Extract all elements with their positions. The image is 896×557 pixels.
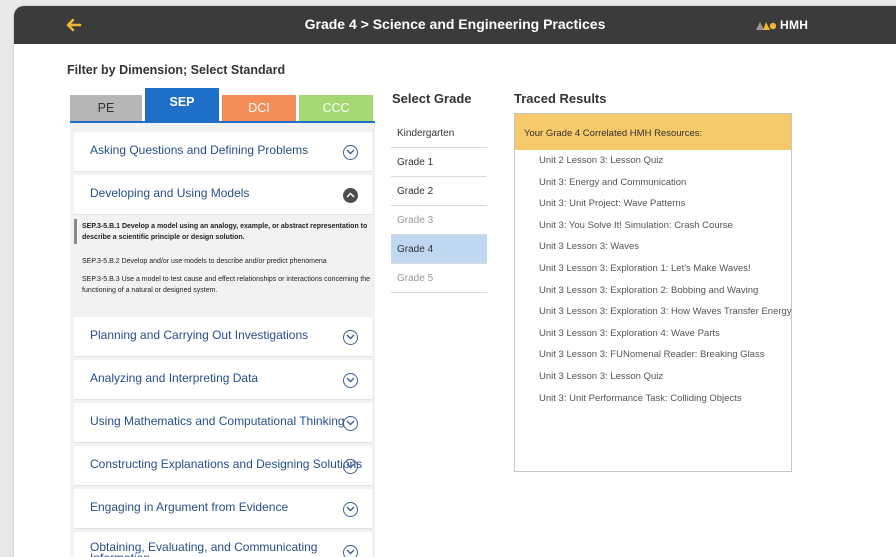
grade-item-2[interactable]: Grade 2	[391, 177, 487, 206]
top-bar: Grade 4 > Science and Engineering Practi…	[14, 6, 896, 44]
standard-label: Engaging in Argument from Evidence	[90, 500, 289, 514]
select-grade-title: Select Grade	[392, 91, 472, 106]
chevron-down-icon[interactable]	[343, 502, 358, 517]
grade-item-4[interactable]: Grade 4	[391, 235, 487, 264]
app-window: Grade 4 > Science and Engineering Practi…	[14, 6, 896, 557]
standard-argument[interactable]: Engaging in Argument from Evidence	[74, 489, 372, 529]
traced-results-title: Traced Results	[514, 91, 607, 106]
grade-item-kindergarten[interactable]: Kindergarten	[391, 119, 487, 148]
grade-item-1[interactable]: Grade 1	[391, 148, 487, 177]
sub-standards-list: SEP.3-5.B.1 Develop a model using an ana…	[74, 219, 372, 304]
standard-planning-investigations[interactable]: Planning and Carrying Out Investigations	[74, 317, 372, 357]
standard-communicating[interactable]: Obtaining, Evaluating, and Communicating…	[74, 532, 372, 557]
traced-results-box: Your Grade 4 Correlated HMH Resources: U…	[514, 113, 792, 472]
chevron-down-icon[interactable]	[343, 545, 358, 557]
resource-item[interactable]: Unit 3 Lesson 3: FUNomenal Reader: Break…	[515, 344, 791, 366]
standard-analyzing-data[interactable]: Analyzing and Interpreting Data	[74, 360, 372, 400]
resource-item[interactable]: Unit 3: Energy and Communication	[515, 172, 791, 194]
grade-list: Kindergarten Grade 1 Grade 2 Grade 3 Gra…	[391, 119, 487, 293]
standard-label: Planning and Carrying Out Investigations	[90, 328, 309, 342]
resource-item[interactable]: Unit 3 Lesson 3: Exploration 1: Let's Ma…	[515, 258, 791, 280]
standards-panel: Asking Questions and Defining Problems D…	[70, 121, 375, 557]
chevron-down-icon[interactable]	[343, 373, 358, 388]
resource-item[interactable]: Unit 3 Lesson 3: Waves	[515, 236, 791, 258]
chevron-down-icon[interactable]	[343, 416, 358, 431]
resource-item[interactable]: Unit 2 Lesson 3: Lesson Quiz	[515, 150, 791, 172]
logo-mark-icon	[756, 22, 776, 30]
resource-item[interactable]: Unit 3: You Solve It! Simulation: Crash …	[515, 215, 791, 237]
standard-label: Analyzing and Interpreting Data	[90, 371, 259, 385]
chevron-down-icon[interactable]	[343, 145, 358, 160]
tab-pe[interactable]: PE	[70, 95, 142, 121]
standard-label: Using Mathematics and Computational Thin…	[90, 414, 345, 428]
standard-label: Asking Questions and Defining Problems	[90, 143, 309, 157]
standard-asking-questions[interactable]: Asking Questions and Defining Problems	[74, 132, 372, 172]
resource-item[interactable]: Unit 3 Lesson 3: Exploration 2: Bobbing …	[515, 280, 791, 302]
chevron-down-icon[interactable]	[343, 330, 358, 345]
sub-standard-item[interactable]: SEP.3-5.B.3 Use a model to test cause an…	[82, 274, 372, 296]
grade-item-3[interactable]: Grade 3	[391, 206, 487, 235]
standard-mathematics[interactable]: Using Mathematics and Computational Thin…	[74, 403, 372, 443]
grade-item-5[interactable]: Grade 5	[391, 264, 487, 293]
dimension-tabs: PE SEP DCI CCC	[70, 88, 375, 121]
hmh-logo: HMH	[756, 17, 808, 33]
standard-label: Constructing Explanations and Designing …	[90, 457, 363, 471]
tab-dci[interactable]: DCI	[222, 95, 296, 121]
sub-standard-item[interactable]: SEP.3-5.B.1 Develop a model using an ana…	[82, 221, 372, 243]
chevron-down-icon[interactable]	[343, 459, 358, 474]
standard-label: Obtaining, Evaluating, and Communicating…	[90, 540, 318, 557]
filter-label: Filter by Dimension; Select Standard	[67, 63, 286, 77]
selection-marker	[74, 219, 77, 244]
resource-item[interactable]: Unit 3 Lesson 3: Lesson Quiz	[515, 366, 791, 388]
logo-text: HMH	[780, 18, 809, 32]
standard-developing-models[interactable]: Developing and Using Models	[74, 175, 372, 215]
chevron-up-icon[interactable]	[343, 188, 358, 203]
tab-ccc[interactable]: CCC	[299, 95, 373, 121]
resource-item[interactable]: Unit 3 Lesson 3: Exploration 3: How Wave…	[515, 301, 792, 323]
resource-item[interactable]: Unit 3 Lesson 3: Exploration 4: Wave Par…	[515, 323, 791, 345]
results-header: Your Grade 4 Correlated HMH Resources:	[515, 114, 791, 150]
resource-item[interactable]: Unit 3: Unit Performance Task: Colliding…	[515, 388, 791, 410]
standard-label: Developing and Using Models	[90, 186, 250, 200]
tab-sep[interactable]: SEP	[145, 88, 219, 121]
resource-item[interactable]: Unit 3: Unit Project: Wave Patterns	[515, 193, 791, 215]
standard-explanations[interactable]: Constructing Explanations and Designing …	[74, 446, 372, 486]
sub-standard-item[interactable]: SEP.3-5.B.2 Develop and/or use models to…	[82, 256, 372, 267]
